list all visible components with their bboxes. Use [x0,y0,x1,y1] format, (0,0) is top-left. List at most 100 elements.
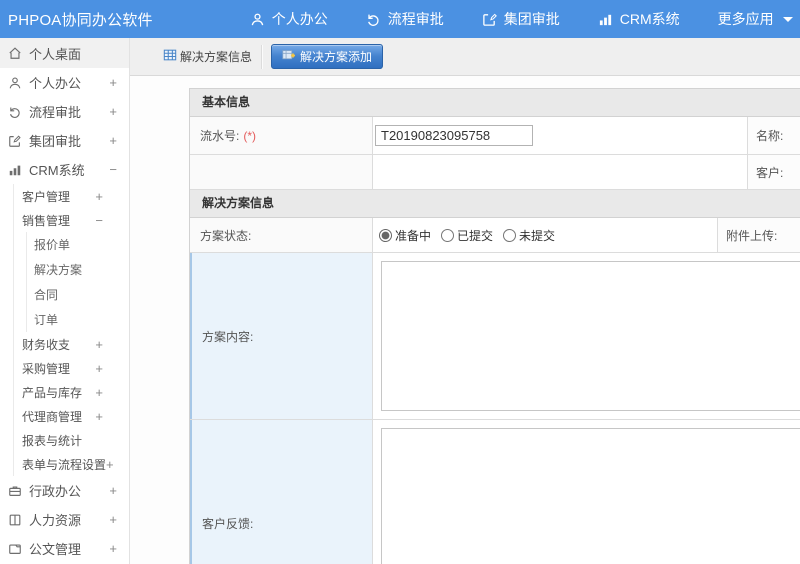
crm-submenu: 客户管理 + 销售管理 − 报价单 解决方案 合同 订单 财务收支 + 采购管理… [13,184,129,476]
edit-icon [8,134,23,148]
sidebar-item-finance[interactable]: 财务收支 + [14,332,129,356]
sidebar-item-quotation[interactable]: 报价单 [27,232,129,257]
expand-icon[interactable]: + [95,386,103,399]
radio-option-preparing[interactable]: 准备中 [379,227,431,244]
briefcase-icon [8,484,23,498]
empty-field-cell [373,155,748,189]
sidebar-item-label: 流程审批 [29,105,82,120]
sidebar-item-sales-management[interactable]: 销售管理 − [14,208,129,232]
sidebar-item-agent-management[interactable]: 代理商管理 + [14,404,129,428]
radio-option-not-submitted[interactable]: 未提交 [503,227,555,244]
add-record-icon [282,49,296,65]
nav-personal-office[interactable]: 个人办公 [231,0,347,38]
nav-label: 个人办公 [271,11,328,27]
radio-label: 未提交 [519,228,556,243]
expand-icon[interactable]: + [95,190,103,203]
document-icon [8,542,23,556]
content-row: 方案内容: [190,253,800,420]
nav-label: 更多应用 [717,11,774,27]
user-icon [250,12,265,27]
expand-icon[interactable]: + [109,134,117,147]
serial-number-row: 流水号: (*) 名称: [190,117,800,155]
sidebar-item-label: 客户管理 [22,189,71,204]
sidebar-item-administration[interactable]: 行政办公 + [0,476,129,505]
sidebar-item-purchasing[interactable]: 采购管理 + [14,356,129,380]
collapse-icon[interactable]: − [95,214,103,227]
sidebar-item-document-management[interactable]: 公文管理 + [0,534,129,563]
radio-preparing[interactable] [379,228,392,242]
expand-icon[interactable]: + [106,458,114,471]
tab-bar: 解决方案信息 解决方案添加 [130,38,800,76]
sidebar-item-group-approval[interactable]: 集团审批 + [0,126,129,155]
nav-more-apps[interactable]: 更多应用 [699,0,800,38]
sidebar-item-reports-statistics[interactable]: 报表与统计 [14,428,129,452]
app-logo: PHPOA协同办公软件 [8,11,153,29]
sidebar-item-customer-management[interactable]: 客户管理 + [14,184,129,208]
top-header: PHPOA协同办公软件 个人办公 流程审批 集团审批 CRM系统 更多应用 [0,0,800,38]
name-label-cell: 名称: [748,117,800,154]
radio-not-submitted[interactable] [503,228,517,242]
sidebar-item-products-inventory[interactable]: 产品与库存 + [14,380,129,404]
sidebar-item-human-resources[interactable]: 人力资源 + [0,505,129,534]
sidebar-item-process-approval[interactable]: 流程审批 + [0,97,129,126]
tab-solution-info[interactable]: 解决方案信息 [163,48,261,65]
status-radio-group: 准备中 已提交 未提交 [379,227,555,244]
expand-icon[interactable]: + [95,410,103,423]
status-label-cell: 方案状态: [190,218,373,252]
customer-row: 客户: [190,155,800,190]
sidebar-item-label: 个人桌面 [29,46,82,62]
nav-crm-system[interactable]: CRM系统 [579,0,699,38]
expand-icon[interactable]: + [109,105,117,118]
solution-content-textarea[interactable] [381,261,800,411]
serial-number-input[interactable] [375,125,533,146]
main-area: 解决方案信息 解决方案添加 基本信息 流水号: (*) T20190823095… [130,38,800,564]
nav-label: CRM系统 [619,11,680,27]
content-label-cell: 方案内容: [190,253,373,419]
caret-down-icon [782,16,793,22]
sidebar-item-form-process-settings[interactable]: 表单与流程设置 + [14,452,129,476]
serial-number-field-cell [373,117,748,154]
sidebar: 个人桌面 个人办公 + 流程审批 + 集团审批 + CRM系统 − 客户管理 +… [0,38,130,564]
book-icon [8,513,23,527]
expand-icon[interactable]: + [109,76,117,89]
sales-submenu: 报价单 解决方案 合同 订单 [26,232,129,332]
field-label: 名称: [756,129,784,143]
section-header-solution-info: 解决方案信息 [190,190,800,218]
sidebar-item-contract[interactable]: 合同 [27,282,129,307]
sidebar-item-personal-desktop[interactable]: 个人桌面 [0,38,129,68]
sidebar-item-label: 个人办公 [29,76,82,91]
radio-option-submitted[interactable]: 已提交 [441,227,493,244]
home-icon [8,46,23,60]
serial-number-label-cell: 流水号: (*) [190,117,373,154]
sidebar-item-solution[interactable]: 解决方案 [27,257,129,282]
collapse-icon[interactable]: − [109,163,117,176]
customer-feedback-textarea[interactable] [381,428,800,564]
nav-group-approval[interactable]: 集团审批 [463,0,579,38]
field-label: 客户反馈: [202,516,254,531]
process-undo-icon [366,12,381,27]
sidebar-item-personal-office[interactable]: 个人办公 + [0,68,129,97]
sidebar-item-label: 解决方案 [34,263,83,277]
sidebar-item-label: 表单与流程设置 [22,457,107,472]
button-label: 解决方案添加 [300,50,373,64]
nav-process-approval[interactable]: 流程审批 [347,0,463,38]
expand-icon[interactable]: + [109,484,117,497]
sidebar-item-order[interactable]: 订单 [27,307,129,332]
expand-icon[interactable]: + [109,542,117,555]
top-nav: 个人办公 流程审批 集团审批 CRM系统 更多应用 [231,0,800,38]
expand-icon[interactable]: + [109,513,117,526]
sidebar-item-label: 产品与库存 [22,385,83,400]
expand-icon[interactable]: + [95,362,103,375]
solution-add-button[interactable]: 解决方案添加 [271,44,384,69]
expand-icon[interactable]: + [95,338,103,351]
content-field-cell [373,253,800,419]
feedback-field-cell [373,420,800,564]
attachment-label-cell: 附件上传: [718,218,800,252]
sidebar-item-crm-system[interactable]: CRM系统 − [0,155,129,184]
bar-chart-icon [598,12,613,27]
sidebar-item-label: 代理商管理 [22,409,83,424]
nav-label: 集团审批 [503,11,560,27]
radio-submitted[interactable] [441,228,455,242]
tab-label: 解决方案信息 [180,50,253,64]
process-undo-icon [8,105,23,119]
